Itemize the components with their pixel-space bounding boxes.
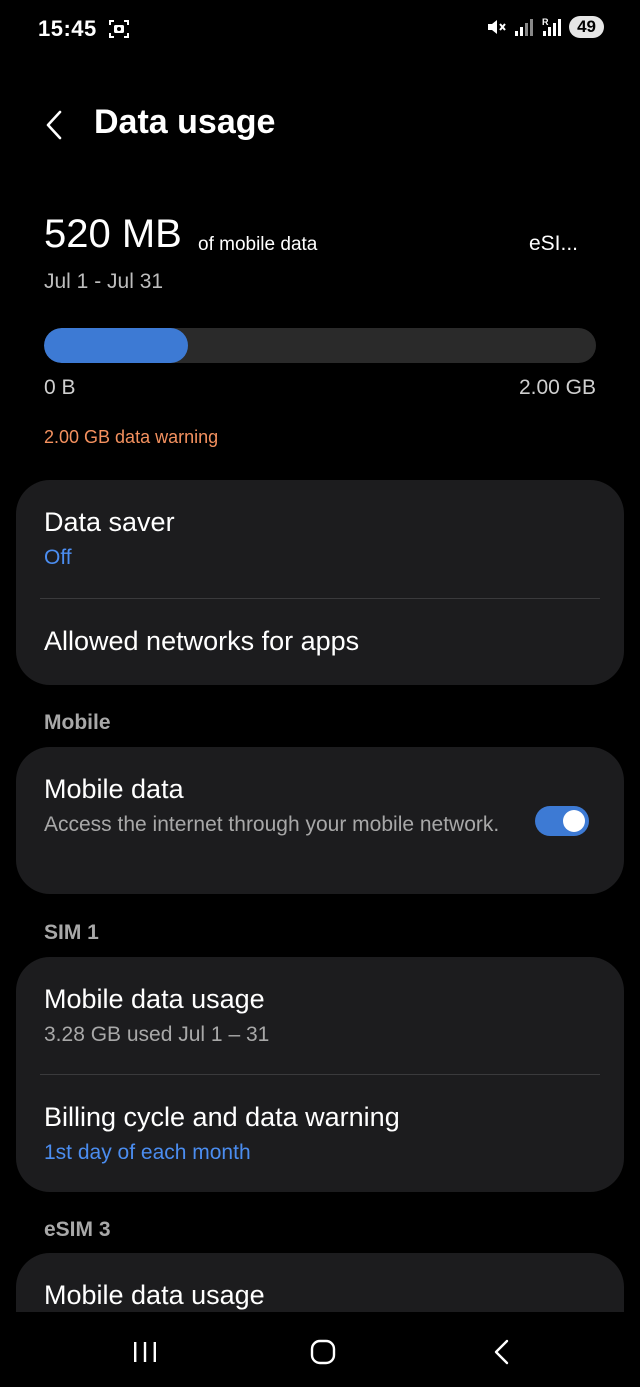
screenshot-icon — [109, 20, 129, 38]
allowed-networks-item[interactable]: Allowed networks for apps — [44, 626, 596, 657]
data-saver-item[interactable]: Data saver Off — [44, 507, 596, 570]
usage-bar-min: 0 B — [44, 376, 76, 399]
data-saver-title: Data saver — [44, 507, 175, 537]
home-icon[interactable] — [307, 1336, 339, 1368]
billing-cycle-sub: 1st day of each month — [44, 1141, 251, 1164]
chevron-left-icon[interactable] — [38, 107, 74, 143]
sim1-data-usage-title: Mobile data usage — [44, 984, 265, 1014]
mobile-data-item[interactable]: Mobile data Access the internet through … — [44, 774, 514, 840]
divider — [40, 1074, 600, 1075]
sim-selector[interactable]: eSI... — [529, 232, 578, 256]
back-icon[interactable] — [487, 1336, 519, 1368]
usage-period: Jul 1 - Jul 31 — [44, 270, 164, 293]
svg-text:R: R — [542, 17, 549, 27]
status-bar: 15:45 R 49 — [0, 0, 640, 60]
billing-cycle-title: Billing cycle and data warning — [44, 1102, 400, 1132]
usage-progress-bar — [44, 328, 596, 363]
roaming-signal-icon: R — [542, 17, 562, 36]
esim3-data-usage-title: Mobile data usage — [44, 1280, 265, 1310]
mobile-data-description: Access the internet through your mobile … — [44, 813, 500, 836]
battery-indicator: 49 — [569, 16, 604, 38]
page-title: Data usage — [94, 103, 276, 141]
navigation-bar — [0, 1312, 640, 1387]
sim1-card: Mobile data usage 3.28 GB used Jul 1 – 3… — [16, 957, 624, 1192]
section-label-esim3: eSIM 3 — [44, 1218, 111, 1241]
mobile-data-toggle[interactable] — [535, 806, 589, 836]
status-time: 15:45 — [38, 16, 97, 41]
signal-icon — [515, 19, 534, 36]
mute-vibrate-icon — [488, 20, 506, 34]
section-label-sim1: SIM 1 — [44, 921, 99, 944]
usage-progress-fill — [44, 328, 188, 363]
esim3-data-usage-item[interactable]: Mobile data usage — [44, 1280, 596, 1311]
billing-cycle-item[interactable]: Billing cycle and data warning 1st day o… — [44, 1102, 596, 1165]
app-header: Data usage — [0, 95, 640, 159]
sim1-data-usage-item[interactable]: Mobile data usage 3.28 GB used Jul 1 – 3… — [44, 984, 596, 1050]
sim1-data-usage-sub: 3.28 GB used Jul 1 – 31 — [44, 1023, 270, 1046]
data-settings-card: Data saver Off Allowed networks for apps — [16, 480, 624, 685]
recents-icon[interactable] — [129, 1336, 161, 1368]
usage-unit-label: of mobile data — [198, 234, 318, 255]
toggle-knob — [563, 810, 585, 832]
mobile-data-card: Mobile data Access the internet through … — [16, 747, 624, 894]
usage-amount: 520 MB — [44, 212, 182, 256]
section-label-mobile: Mobile — [44, 711, 111, 734]
data-warning-text: 2.00 GB data warning — [44, 427, 219, 447]
usage-bar-max: 2.00 GB — [518, 376, 596, 399]
mobile-data-title: Mobile data — [44, 774, 184, 804]
allowed-networks-title: Allowed networks for apps — [44, 626, 360, 656]
status-icons: R 49 — [485, 16, 604, 38]
data-saver-value: Off — [44, 546, 72, 569]
divider — [40, 598, 600, 599]
